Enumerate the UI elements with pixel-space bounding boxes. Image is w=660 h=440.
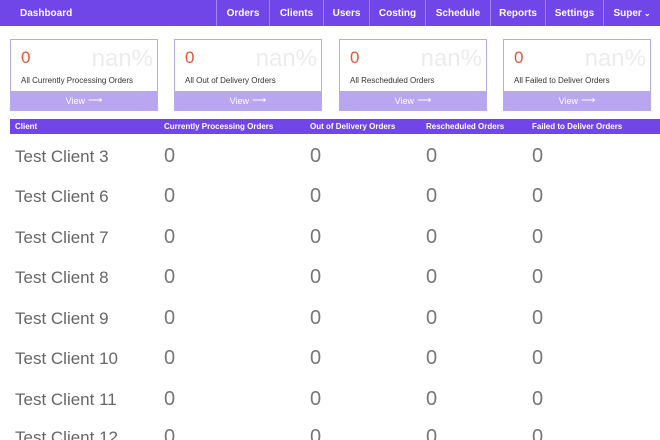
table-row: Test Client 3 0 0 0 0: [0, 145, 660, 187]
processing-count: 0: [164, 347, 176, 369]
nav-item-super-label: Super: [613, 7, 642, 19]
processing-count: 0: [164, 185, 176, 207]
view-label: View: [558, 95, 578, 106]
nav-item-costing[interactable]: Costing: [369, 0, 425, 26]
out-of-delivery-count: 0: [310, 347, 322, 369]
nav-item-clients[interactable]: Clients: [269, 0, 323, 26]
rescheduled-count: 0: [426, 428, 438, 440]
arrow-right-icon: ⟶: [417, 95, 432, 106]
out-of-delivery-count: 0: [310, 307, 322, 329]
client-name: Test Client 12: [15, 428, 118, 440]
column-header-client: Client: [15, 122, 38, 131]
card-label: All Rescheduled Orders: [350, 76, 435, 85]
rescheduled-count: 0: [426, 145, 438, 167]
rescheduled-count: 0: [426, 266, 438, 288]
failed-count: 0: [532, 428, 544, 440]
client-name: Test Client 9: [15, 309, 109, 328]
failed-count: 0: [532, 266, 544, 288]
nav-item-users[interactable]: Users: [323, 0, 369, 26]
out-of-delivery-count: 0: [310, 145, 322, 167]
failed-count: 0: [532, 347, 544, 369]
rescheduled-count: 0: [426, 307, 438, 329]
top-navbar: Dashboard Orders Clients Users Costing S…: [0, 0, 660, 26]
out-of-delivery-count: 0: [310, 428, 322, 440]
card-view-button[interactable]: View ⟶: [504, 91, 650, 110]
failed-count: 0: [532, 226, 544, 248]
table-row: Test Client 11 0 0 0 0: [0, 388, 660, 430]
card-label: All Failed to Deliver Orders: [514, 76, 610, 85]
arrow-right-icon: ⟶: [252, 95, 267, 106]
card-count: 0: [514, 48, 524, 67]
stat-card-processing: 0 nan% All Currently Processing Orders V…: [10, 39, 158, 111]
failed-count: 0: [532, 307, 544, 329]
out-of-delivery-count: 0: [310, 185, 322, 207]
nav-menu: Orders Clients Users Costing Schedule Re…: [216, 0, 660, 26]
nav-item-super-dropdown[interactable]: Super ⌄: [603, 0, 660, 26]
client-name: Test Client 7: [15, 228, 109, 247]
column-header-rescheduled: Rescheduled Orders: [426, 122, 505, 131]
card-count: 0: [185, 48, 195, 67]
rescheduled-count: 0: [426, 347, 438, 369]
column-header-out-of-delivery: Out of Delivery Orders: [310, 122, 396, 131]
card-view-button[interactable]: View ⟶: [175, 91, 321, 110]
card-count: 0: [21, 48, 31, 67]
view-label: View: [394, 95, 414, 106]
card-label: All Out of Delivery Orders: [185, 76, 276, 85]
nav-item-orders[interactable]: Orders: [216, 0, 269, 26]
card-percent: nan%: [255, 45, 317, 72]
processing-count: 0: [164, 428, 176, 440]
table-row: Test Client 10 0 0 0 0: [0, 347, 660, 389]
client-name: Test Client 11: [15, 390, 117, 409]
failed-count: 0: [532, 185, 544, 207]
processing-count: 0: [164, 266, 176, 288]
rescheduled-count: 0: [426, 185, 438, 207]
card-percent: nan%: [91, 45, 153, 72]
processing-count: 0: [164, 226, 176, 248]
table-row: Test Client 8 0 0 0 0: [0, 266, 660, 308]
rescheduled-count: 0: [426, 388, 438, 410]
arrow-right-icon: ⟶: [88, 95, 103, 106]
processing-count: 0: [164, 388, 176, 410]
processing-count: 0: [164, 145, 176, 167]
stat-card-out-of-delivery: 0 nan% All Out of Delivery Orders View ⟶: [174, 39, 322, 111]
chevron-down-icon: ⌄: [643, 8, 651, 18]
table-row: Test Client 6 0 0 0 0: [0, 185, 660, 227]
table-row: Test Client 9 0 0 0 0: [0, 307, 660, 349]
arrow-right-icon: ⟶: [581, 95, 596, 106]
rescheduled-count: 0: [426, 226, 438, 248]
card-label: All Currently Processing Orders: [21, 76, 134, 85]
out-of-delivery-count: 0: [310, 226, 322, 248]
card-count: 0: [350, 48, 360, 67]
out-of-delivery-count: 0: [310, 266, 322, 288]
failed-count: 0: [532, 388, 544, 410]
column-header-failed: Failed to Deliver Orders: [532, 122, 623, 131]
card-view-button[interactable]: View ⟶: [11, 91, 157, 110]
processing-count: 0: [164, 307, 176, 329]
nav-item-settings[interactable]: Settings: [545, 0, 603, 26]
column-header-processing: Currently Processing Orders: [164, 122, 274, 131]
card-view-button[interactable]: View ⟶: [340, 91, 486, 110]
view-label: View: [229, 95, 249, 106]
nav-item-schedule[interactable]: Schedule: [425, 0, 490, 26]
table-row: Test Client 7 0 0 0 0: [0, 226, 660, 268]
client-name: Test Client 6: [15, 187, 109, 206]
table-header: Client Currently Processing Orders Out o…: [10, 119, 660, 134]
failed-count: 0: [532, 145, 544, 167]
nav-item-reports[interactable]: Reports: [490, 0, 545, 26]
out-of-delivery-count: 0: [310, 388, 322, 410]
view-label: View: [65, 95, 85, 106]
card-percent: nan%: [420, 45, 482, 72]
stat-card-rescheduled: 0 nan% All Rescheduled Orders View ⟶: [339, 39, 487, 111]
table-row: Test Client 12 0 0 0 0: [0, 428, 660, 440]
client-name: Test Client 3: [15, 147, 109, 166]
nav-dashboard-link[interactable]: Dashboard: [0, 8, 216, 19]
stat-card-failed: 0 nan% All Failed to Deliver Orders View…: [503, 39, 651, 111]
card-percent: nan%: [584, 45, 646, 72]
client-name: Test Client 10: [15, 349, 118, 368]
client-name: Test Client 8: [15, 268, 109, 287]
